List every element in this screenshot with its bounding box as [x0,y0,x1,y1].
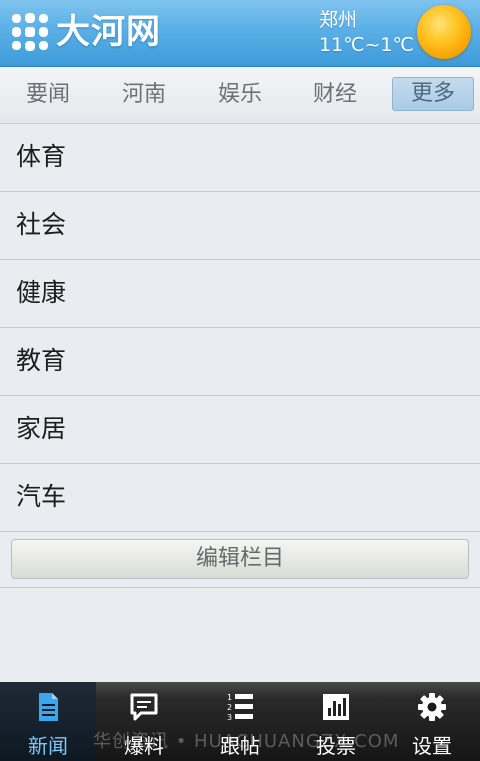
tab-more[interactable]: 更多 [392,77,474,111]
list-item-society[interactable]: 社会 [0,192,480,260]
list-item-label: 体育 [16,142,67,171]
list-item-home[interactable]: 家居 [0,396,480,464]
weather-city[interactable]: 郑州 [319,5,357,32]
list-item-auto[interactable]: 汽车 [0,464,480,532]
svg-text:2: 2 [227,703,232,712]
list-item-label: 健康 [16,278,67,307]
list-item-sports[interactable]: 体育 [0,124,480,192]
tab-yule[interactable]: 娱乐 [200,79,280,111]
numbered-list-icon: 1 2 3 [227,693,253,722]
nav-settings[interactable]: 设置 [384,682,480,761]
gear-icon [418,693,446,721]
nav-news[interactable]: 新闻 [0,682,96,761]
nav-label: 跟帖 [220,734,260,758]
edit-columns-row: 编辑栏目 [0,530,480,588]
nav-label: 设置 [412,734,452,758]
svg-text:1: 1 [227,693,232,702]
list-item-label: 汽车 [16,482,67,511]
list-item-label: 教育 [16,346,67,375]
tab-caijing[interactable]: 财经 [295,79,375,111]
nav-comments[interactable]: 1 2 3 跟帖 [192,682,288,761]
document-icon [39,693,58,721]
weather-temperature[interactable]: 11℃~1℃ [319,34,414,56]
logo-text: 大河网 [56,12,161,52]
edit-columns-button[interactable]: 编辑栏目 [11,539,469,579]
logo-icon [12,13,48,51]
nav-tipoff[interactable]: 爆料 [96,682,192,761]
list-item-education[interactable]: 教育 [0,328,480,396]
list-item-health[interactable]: 健康 [0,260,480,328]
nav-label: 投票 [316,734,356,758]
tab-henan[interactable]: 河南 [104,79,184,111]
app-header: 大河网 郑州 11℃~1℃ [0,0,480,67]
list-item-label: 社会 [16,210,67,239]
list-item-label: 家居 [16,414,67,443]
chat-bubble-icon [130,693,158,721]
column-list: 体育 社会 健康 教育 家居 汽车 [0,124,480,532]
tab-yaowen[interactable]: 要闻 [8,79,88,111]
sun-icon[interactable] [417,5,471,59]
bottom-nav: 新闻 爆料 1 2 3 跟帖 投票 设置 [0,682,480,761]
nav-label: 新闻 [28,734,68,758]
nav-vote[interactable]: 投票 [288,682,384,761]
nav-label: 爆料 [124,734,164,758]
category-tabs: 要闻 河南 娱乐 财经 更多 [0,67,480,124]
svg-text:3: 3 [227,713,232,722]
bar-chart-icon [323,694,349,720]
